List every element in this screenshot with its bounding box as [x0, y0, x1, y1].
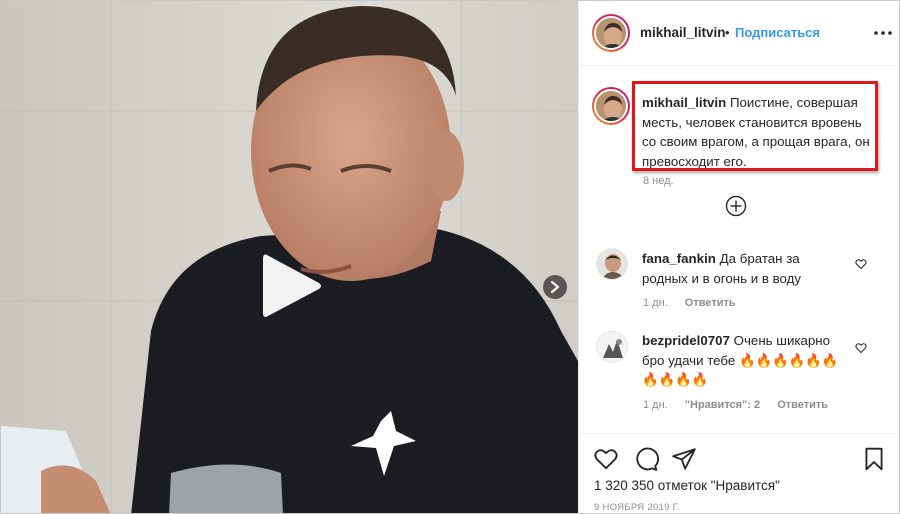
- post-sidebar: mikhail_litvin • Подписаться mikhail_lit…: [578, 1, 899, 513]
- comment-text: bezpridel0707 Очень шикарно бро удачи те…: [642, 331, 847, 390]
- comment-meta: 1 дн. "Нравится": 2 Ответить: [643, 399, 842, 411]
- comment-avatar[interactable]: [596, 248, 628, 280]
- comment-avatar[interactable]: [596, 331, 628, 363]
- bookmark-icon[interactable]: [861, 446, 887, 472]
- comment-username[interactable]: fana_fankin: [642, 251, 716, 266]
- avatar[interactable]: [592, 14, 630, 52]
- reply-button[interactable]: Ответить: [777, 399, 828, 411]
- send-icon[interactable]: [671, 446, 697, 472]
- post-video[interactable]: [1, 1, 578, 513]
- comment-time[interactable]: 1 дн.: [643, 399, 668, 411]
- caption-avatar[interactable]: [592, 87, 630, 125]
- comment-meta: 1 дн. Ответить: [643, 297, 750, 309]
- scrollbar[interactable]: [895, 93, 899, 431]
- follow-button[interactable]: Подписаться: [735, 25, 820, 40]
- plus-circle-icon[interactable]: [725, 195, 747, 217]
- post-actions: 1 320 350 отметок "Нравится" 9 НОЯБРЯ 20…: [579, 433, 899, 513]
- comment-time[interactable]: 1 дн.: [643, 297, 668, 309]
- author-username[interactable]: mikhail_litvin: [640, 25, 726, 40]
- reply-button[interactable]: Ответить: [685, 297, 736, 309]
- comment-text: fana_fankin Да братан за родных и в огон…: [642, 249, 847, 288]
- play-icon[interactable]: [259, 251, 325, 321]
- comment-username[interactable]: bezpridel0707: [642, 333, 730, 348]
- heart-icon[interactable]: [593, 446, 619, 472]
- likes-count[interactable]: 1 320 350 отметок "Нравится": [594, 478, 780, 493]
- caption-timestamp[interactable]: 8 нед.: [643, 175, 674, 187]
- post-caption: mikhail_litvin Поистине, совершая месть,…: [642, 93, 870, 171]
- chevron-right-icon[interactable]: [543, 275, 567, 299]
- comment-likes[interactable]: "Нравится": 2: [685, 399, 760, 411]
- heart-icon[interactable]: [855, 257, 867, 270]
- comment-icon[interactable]: [633, 446, 659, 472]
- post-header: mikhail_litvin • Подписаться: [579, 1, 899, 66]
- caption-username[interactable]: mikhail_litvin: [642, 95, 726, 110]
- more-horizontal-icon[interactable]: [873, 23, 893, 43]
- post-date: 9 НОЯБРЯ 2019 Г.: [594, 502, 680, 513]
- separator-dot: •: [725, 25, 730, 40]
- instagram-post-window: mikhail_litvin • Подписаться mikhail_lit…: [0, 0, 900, 514]
- heart-icon[interactable]: [855, 341, 867, 354]
